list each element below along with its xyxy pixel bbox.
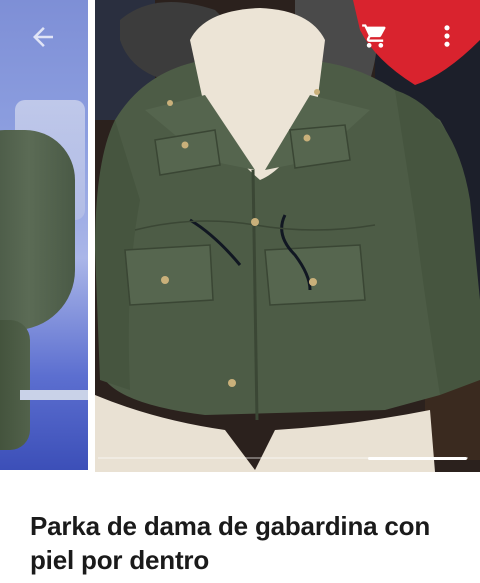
parka-sleeve <box>0 130 75 330</box>
shopping-cart-icon[interactable] <box>361 22 389 50</box>
more-vert-icon[interactable] <box>441 22 453 50</box>
product-title: Parka de dama de gabardina con piel por … <box>30 511 431 575</box>
display-rack <box>20 390 88 400</box>
parka-body <box>0 320 30 450</box>
arrow-back-icon[interactable] <box>28 22 58 52</box>
gallery-image-previous[interactable] <box>0 0 88 470</box>
gallery-scroll-indicator <box>368 457 467 460</box>
gallery-image-current[interactable] <box>95 0 480 472</box>
image-gallery[interactable] <box>0 0 480 474</box>
parka-photo <box>95 0 480 472</box>
